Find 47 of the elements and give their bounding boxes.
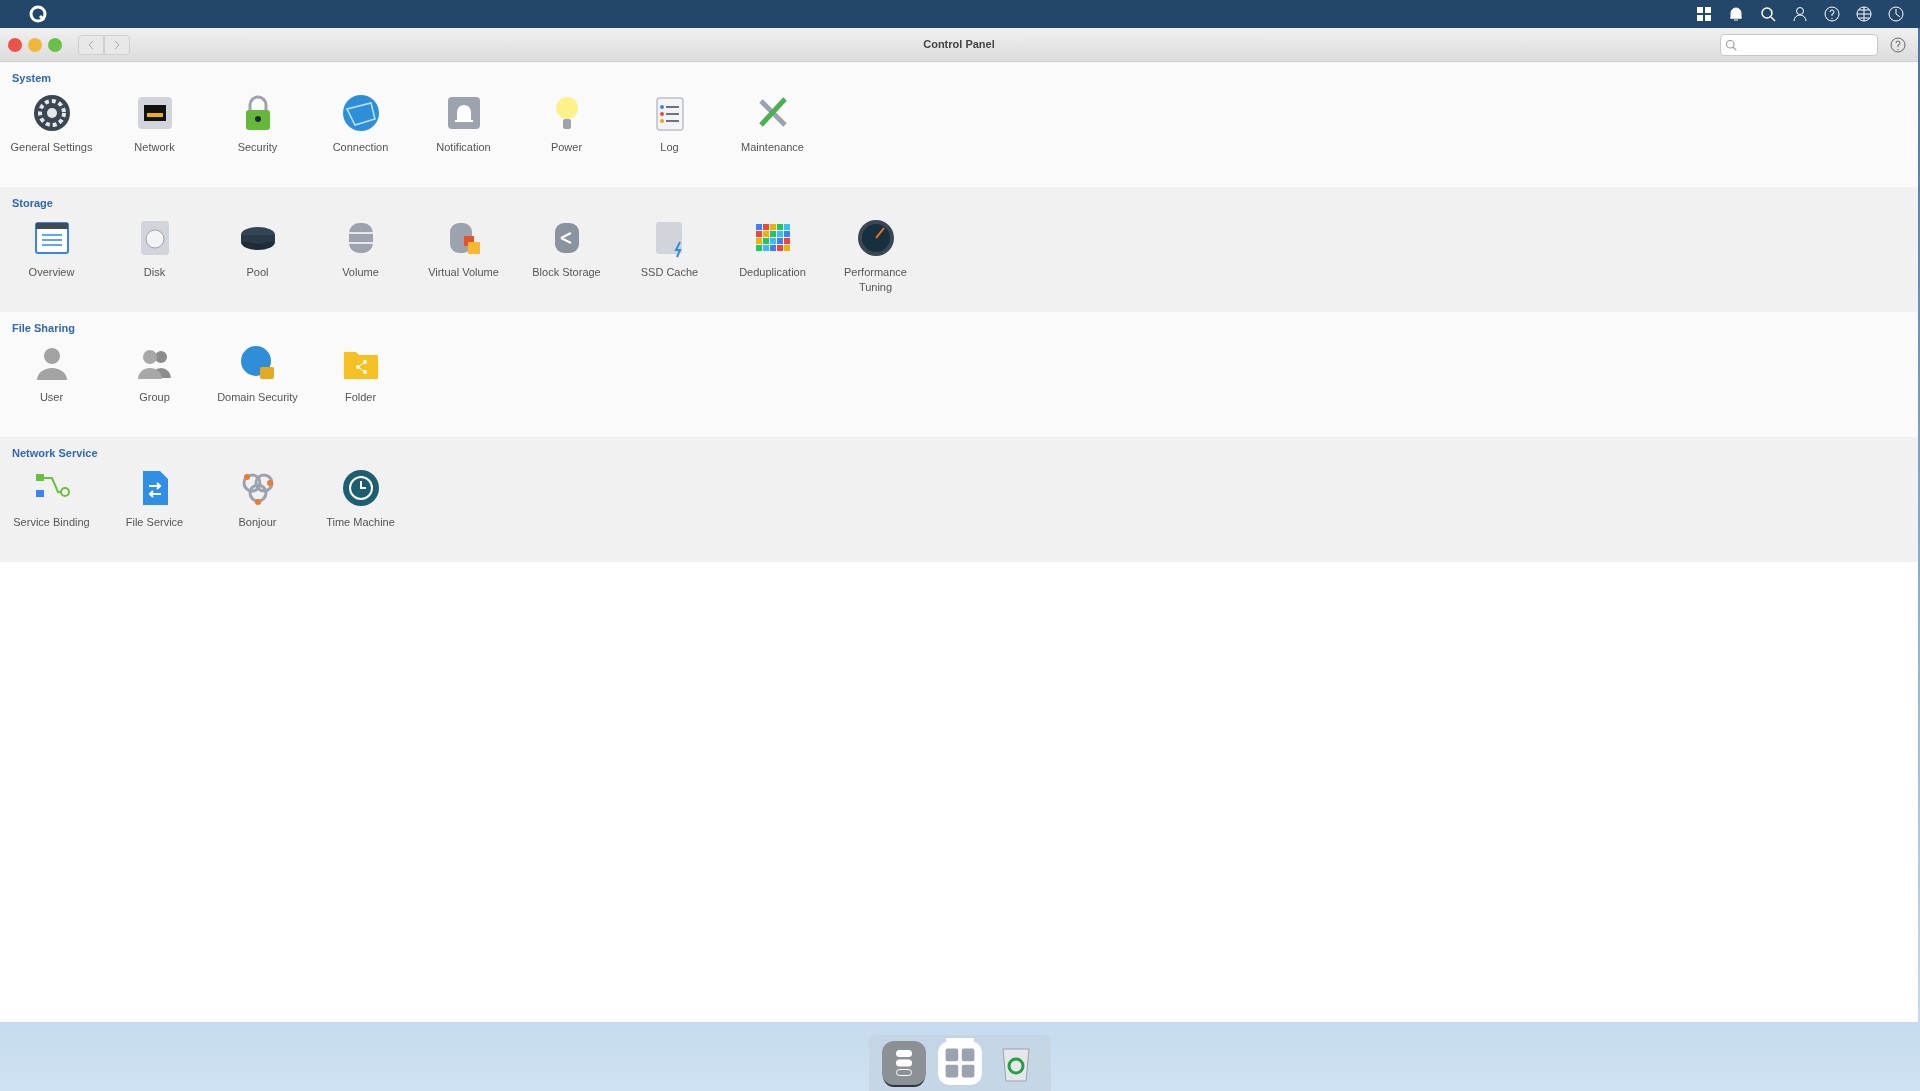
gear-icon [31,92,72,133]
section-title: Network Service [12,446,99,461]
control-panel-item[interactable]: Deduplication [721,217,824,295]
control-panel-item[interactable]: Block Storage [515,217,618,295]
window-title: Control Panel [923,37,995,53]
control-panel-item[interactable]: Pool [206,217,309,295]
control-panel-item[interactable]: Connection [309,92,412,155]
control-panel-item[interactable]: SSD Cache [618,217,721,295]
maximize-button[interactable] [48,37,62,52]
grid-icon[interactable] [1696,6,1712,22]
control-panel-item[interactable]: Maintenance [721,92,824,155]
search-icon[interactable] [1760,6,1776,22]
control-panel-item[interactable]: Domain Security [206,342,309,405]
control-panel-item[interactable]: Virtual Volume [412,217,515,295]
control-panel-item[interactable]: Power [515,92,618,155]
control-panel-item[interactable]: Group [103,342,206,405]
clock-icon [340,467,381,508]
close-button[interactable] [8,37,22,52]
control-panel-item[interactable]: General Settings [0,92,103,155]
control-panel-item[interactable]: User [0,342,103,405]
section-title: File Sharing [12,321,76,336]
control-panel-item[interactable]: Notification [412,92,515,155]
toggle-switches-icon [895,1049,913,1077]
dock-item[interactable] [882,1041,926,1085]
control-panel-item[interactable]: Volume [309,217,412,295]
control-panel-item[interactable]: File Service [103,467,206,530]
control-panel-item[interactable]: Service Binding [0,467,103,530]
help-icon[interactable] [1890,36,1906,53]
control-panel-item[interactable]: Log [618,92,721,155]
control-panel-item[interactable]: Overview [0,217,103,295]
control-panel-item[interactable]: Bonjour [206,467,309,530]
section-title: System [12,71,53,86]
chevron-right-icon [112,39,122,50]
control-panel-item[interactable]: Performance Tuning [824,217,927,295]
control-panel-item[interactable]: Disk [103,217,206,295]
user-icon[interactable] [1792,6,1808,22]
search-field[interactable] [1720,33,1878,56]
control-panel-item[interactable]: Network [103,92,206,155]
control-panel-item[interactable]: Time Machine [309,467,412,530]
control-panel-item[interactable]: Security [206,92,309,155]
app-logo-icon [28,4,48,24]
search-icon [1725,38,1737,51]
chevron-left-icon [86,39,96,50]
control-panel-item[interactable]: Folder [309,342,412,405]
bell-icon[interactable] [1728,6,1744,22]
section-title: Storage [12,196,54,211]
dock-item[interactable] [938,1041,982,1085]
